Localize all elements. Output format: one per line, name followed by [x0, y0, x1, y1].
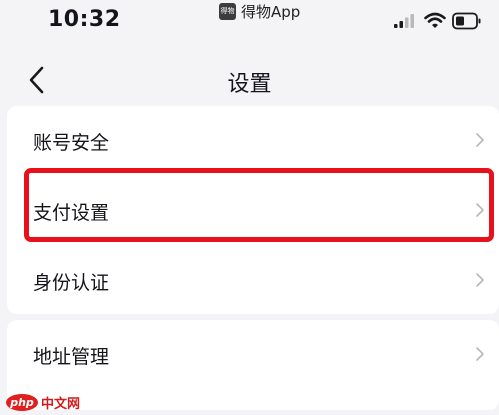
settings-group-secondary: 地址管理 [7, 320, 499, 410]
status-time: 10:32 [48, 7, 121, 32]
chevron-right-icon [476, 133, 484, 147]
watermark: php 中文网 [6, 393, 80, 412]
chevron-right-icon [476, 203, 484, 217]
php-logo: php [6, 394, 38, 411]
signal-icon [394, 14, 414, 28]
settings-item-payment-settings[interactable]: 支付设置 [7, 176, 499, 246]
settings-item-label: 地址管理 [33, 346, 110, 368]
wifi-icon [424, 12, 446, 28]
status-bar: 10:32 得物 得物App [0, 0, 499, 46]
app-logo: 得物 [219, 3, 236, 20]
chevron-right-icon [476, 273, 484, 287]
settings-item-label: 账号安全 [33, 132, 110, 154]
app-indicator: 得物 得物App [219, 1, 300, 22]
settings-item-identity-verification[interactable]: 身份认证 [7, 246, 499, 316]
settings-item-label: 身份认证 [33, 272, 110, 294]
navigation-bar: 设置 [0, 56, 499, 104]
battery-icon [452, 12, 481, 30]
page-title: 设置 [227, 72, 272, 97]
app-name: 得物App [241, 3, 301, 21]
settings-item-account-security[interactable]: 账号安全 [7, 106, 499, 176]
watermark-text: 中文网 [41, 397, 81, 412]
chevron-right-icon [476, 347, 484, 361]
settings-item-address-management[interactable]: 地址管理 [7, 320, 499, 390]
settings-group-primary: 账号安全 支付设置 身份认证 [7, 106, 499, 314]
settings-item-label: 支付设置 [33, 202, 110, 224]
